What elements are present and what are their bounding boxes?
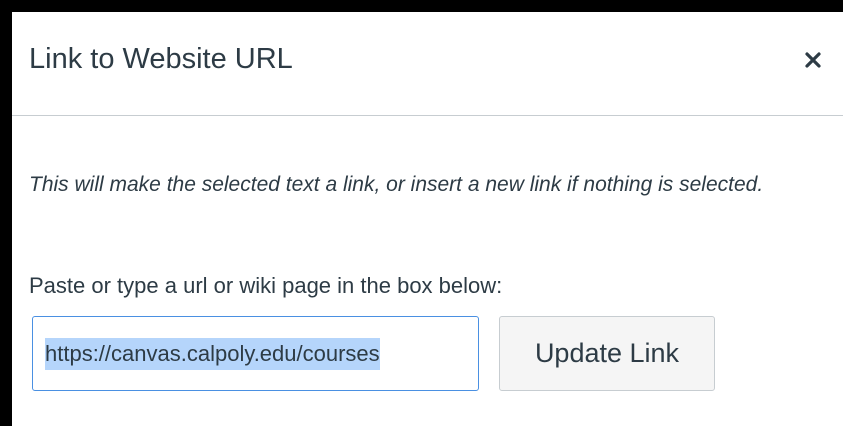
url-instructions: Paste or type a url or wiki page in the … (29, 273, 503, 298)
close-icon (804, 51, 822, 69)
update-link-button[interactable]: Update Link (499, 316, 715, 391)
close-button[interactable] (797, 44, 829, 76)
dialog-header: Link to Website URL (12, 12, 843, 116)
dialog-description: This will make the selected text a link,… (29, 173, 764, 196)
url-input-value: https://canvas.calpoly.edu/courses (45, 337, 380, 370)
link-dialog: Link to Website URL This will make the s… (12, 12, 843, 426)
url-input[interactable]: https://canvas.calpoly.edu/courses (32, 316, 479, 391)
dialog-title: Link to Website URL (29, 43, 293, 75)
